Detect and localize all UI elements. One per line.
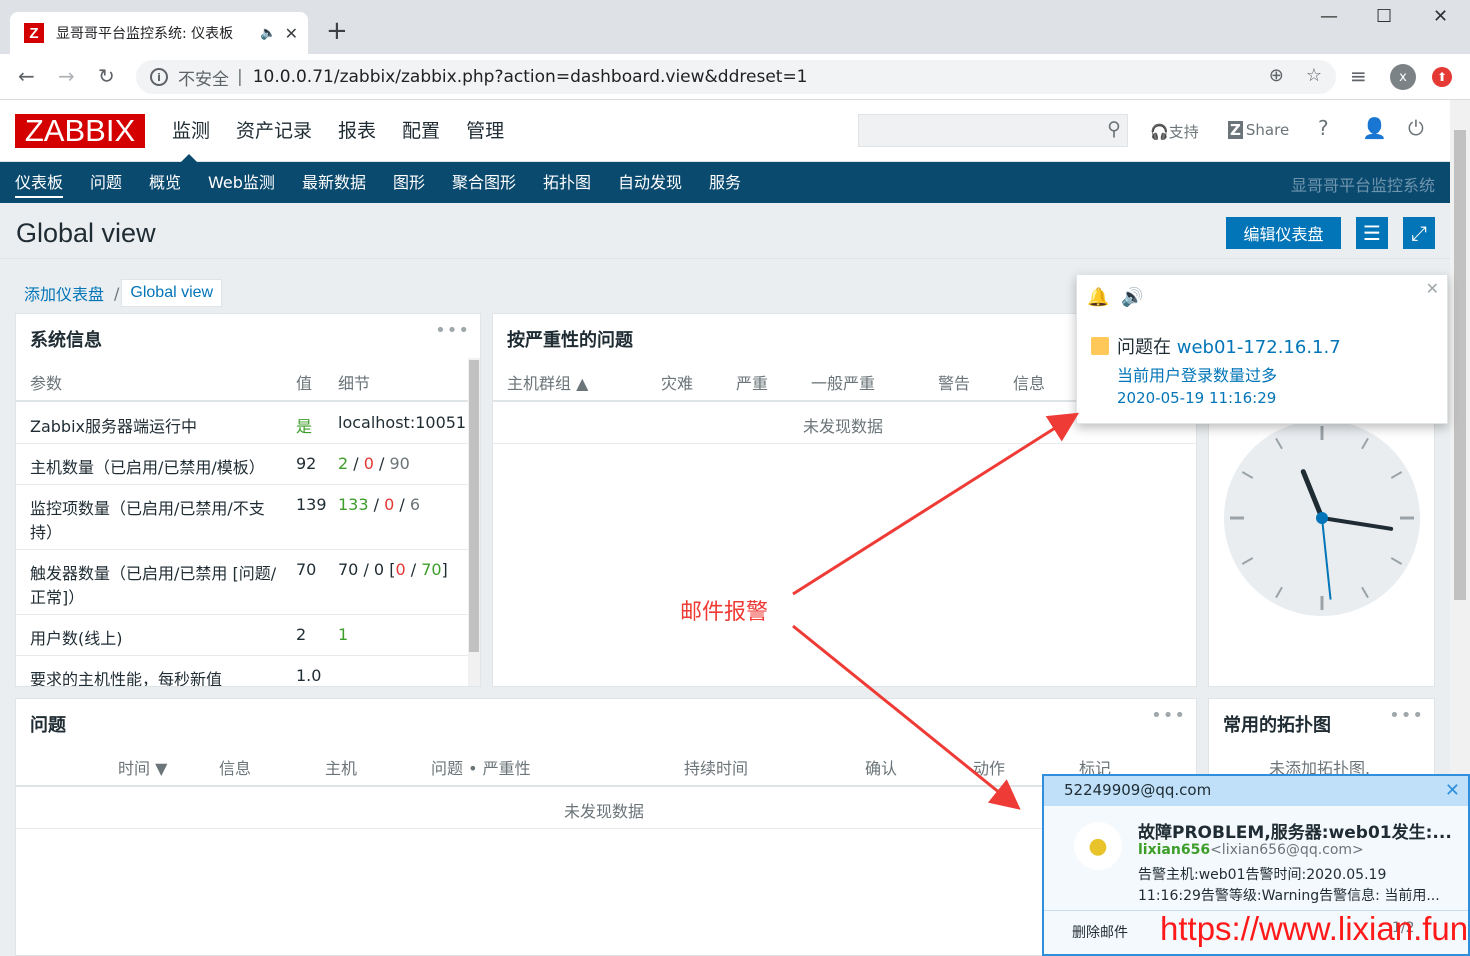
widget-menu-icon[interactable]: ••• xyxy=(1151,705,1186,726)
mail-sender: lixian656 xyxy=(1138,842,1211,858)
expand-icon: ⤢ xyxy=(1411,221,1427,245)
search-input[interactable]: ⚲ xyxy=(858,114,1128,147)
tab-title: 显哥哥平台监控系统: 仪表板 xyxy=(56,26,234,42)
info-icon[interactable]: i xyxy=(150,68,168,86)
actions-menu-button[interactable]: ☰ xyxy=(1356,217,1388,249)
insecure-label: 不安全 xyxy=(178,69,229,90)
support-link[interactable]: 🎧支持 xyxy=(1150,121,1199,142)
no-data-text: 未发现数据 xyxy=(564,802,645,821)
table-cell: Zabbix服务器端运行中 xyxy=(30,417,197,436)
widget-menu-icon[interactable]: ••• xyxy=(435,320,470,341)
widget-scrollbar[interactable] xyxy=(468,358,480,686)
severity-indicator xyxy=(1091,337,1109,355)
popup-close-icon[interactable]: ✕ xyxy=(1426,279,1439,298)
subnav-dashboard[interactable]: 仪表板 xyxy=(15,162,64,203)
qq-penguin-icon: ● xyxy=(1074,822,1122,870)
zabbix-logo[interactable]: ZABBIX xyxy=(15,113,145,148)
main-nav: 监测 资产记录 报表 配置 管理 xyxy=(172,100,530,163)
subnav-discovery[interactable]: 自动发现 xyxy=(618,162,682,203)
sort-time[interactable]: 时间 ▼ xyxy=(118,755,167,779)
scrollbar-thumb[interactable] xyxy=(1454,130,1466,600)
reload-icon[interactable]: ↻ xyxy=(98,64,115,88)
share-z-icon: Z xyxy=(1228,121,1243,139)
subnav-latest-data[interactable]: 最新数据 xyxy=(302,162,366,203)
media-icon[interactable]: ≡ xyxy=(1350,64,1367,88)
bell-icon[interactable]: 🔔 xyxy=(1087,287,1109,308)
widget-menu-icon[interactable]: ••• xyxy=(1389,705,1424,726)
widget-title: 按严重性的问题 xyxy=(507,330,633,351)
user-profile-icon[interactable]: 👤 xyxy=(1362,116,1387,140)
zabbix-header: ZABBIX 监测 资产记录 报表 配置 管理 ⚲ 🎧支持 Z Share ? 👤… xyxy=(0,100,1450,163)
tab-close-icon[interactable]: ✕ xyxy=(285,24,298,43)
subnav-overview[interactable]: 概览 xyxy=(149,162,181,203)
new-tab-icon[interactable]: + xyxy=(326,16,348,46)
bookmark-star-icon[interactable]: ☆ xyxy=(1306,65,1322,86)
server-brand: 显哥哥平台监控系统 xyxy=(1290,176,1435,195)
headset-icon: 🎧 xyxy=(1150,123,1169,141)
address-bar: ← → ↻ i 不安全 | 10.0.0.71/zabbix/zabbix.ph… xyxy=(0,54,1470,100)
subnav-problems[interactable]: 问题 xyxy=(90,162,122,203)
subnav-maps[interactable]: 拓扑图 xyxy=(543,162,591,203)
edit-dashboard-button[interactable]: 编辑仪表盘 xyxy=(1226,217,1341,249)
problem-time-link[interactable]: 2020-05-19 11:16:29 xyxy=(1117,389,1276,407)
problem-host-link[interactable]: web01-172.16.1.7 xyxy=(1177,337,1341,358)
back-icon[interactable]: ← xyxy=(18,64,35,88)
no-data-text: 未发现数据 xyxy=(803,417,884,436)
browser-tab-bar: Z 显哥哥平台监控系统: 仪表板 🔈 ✕ + — ☐ ✕ xyxy=(0,0,1470,54)
zabbix-favicon-icon: Z xyxy=(24,23,44,43)
problem-notification-popup: 🔔 🔊 ✕ 问题在 web01-172.16.1.7 当前用户登录数量过多 20… xyxy=(1076,274,1448,424)
maximize-icon[interactable]: ☐ xyxy=(1376,6,1392,27)
profile-avatar[interactable]: x xyxy=(1390,64,1416,90)
widget-title: 问题 xyxy=(30,715,66,736)
mail-close-icon[interactable]: ✕ xyxy=(1445,780,1460,801)
sub-nav: 仪表板 问题 概览 Web监测 最新数据 图形 聚合图形 拓扑图 自动发现 服务… xyxy=(0,162,1450,203)
mail-account: 52249909@qq.com xyxy=(1064,781,1212,799)
mail-subject[interactable]: 故障PROBLEM,服务器:web01发生:... xyxy=(1138,818,1452,843)
breadcrumb: 添加仪表盘 / Global view xyxy=(16,276,223,310)
nav-inventory[interactable]: 资产记录 xyxy=(236,100,326,162)
widget-title: 系统信息 xyxy=(30,330,102,351)
watermark-text: https://www.lixian.fun xyxy=(1160,910,1469,947)
window-close-icon[interactable]: ✕ xyxy=(1433,6,1448,27)
page-title: Global view xyxy=(16,218,156,248)
zoom-icon[interactable]: ⊕ xyxy=(1269,65,1284,86)
help-icon[interactable]: ? xyxy=(1318,116,1329,140)
nav-configuration[interactable]: 配置 xyxy=(402,100,454,162)
breadcrumb-dashboards[interactable]: 添加仪表盘 xyxy=(16,276,112,310)
nav-reports[interactable]: 报表 xyxy=(338,100,390,162)
url-input[interactable]: i 不安全 | 10.0.0.71/zabbix/zabbix.php?acti… xyxy=(136,60,1336,94)
share-link[interactable]: Z Share xyxy=(1228,121,1289,139)
logout-icon[interactable]: ⏻ xyxy=(1408,116,1424,140)
nav-monitoring[interactable]: 监测 xyxy=(172,100,224,163)
forward-icon[interactable]: → xyxy=(58,64,75,88)
delete-mail-button[interactable]: 删除邮件 xyxy=(1072,922,1128,942)
annotation-label: 邮件报警 xyxy=(680,600,769,625)
breadcrumb-current[interactable]: Global view xyxy=(121,279,223,307)
search-icon[interactable]: ⚲ xyxy=(1107,118,1121,140)
url-text: 10.0.0.71/zabbix/zabbix.php?action=dashb… xyxy=(252,67,808,87)
subnav-services[interactable]: 服务 xyxy=(709,162,741,203)
problems-widget: 问题 ••• 时间 ▼ 信息 主机 问题 • 严重性 持续时间 确认 动作 标记… xyxy=(15,698,1197,956)
subnav-graphs[interactable]: 图形 xyxy=(393,162,425,203)
menu-icon: ☰ xyxy=(1363,221,1381,245)
problem-message-link[interactable]: 当前用户登录数量过多 xyxy=(1117,362,1277,386)
speaker-icon[interactable]: 🔈 xyxy=(260,26,276,41)
fullscreen-button[interactable]: ⤢ xyxy=(1403,217,1435,249)
nav-administration[interactable]: 管理 xyxy=(466,100,518,162)
sort-host-group[interactable]: 主机群组 ▲ xyxy=(507,370,588,394)
system-info-widget: 系统信息 ••• 参数 值 细节 Zabbix服务器端运行中 是 localho… xyxy=(15,313,481,687)
subnav-web[interactable]: Web监测 xyxy=(208,162,275,203)
sound-icon[interactable]: 🔊 xyxy=(1121,287,1143,308)
widget-title: 常用的拓扑图 xyxy=(1223,715,1331,736)
browser-tab[interactable]: Z 显哥哥平台监控系统: 仪表板 🔈 ✕ xyxy=(10,12,308,54)
minimize-icon[interactable]: — xyxy=(1320,6,1338,27)
subnav-screens[interactable]: 聚合图形 xyxy=(452,162,516,203)
extension-icon[interactable]: ⬆ xyxy=(1432,67,1452,87)
